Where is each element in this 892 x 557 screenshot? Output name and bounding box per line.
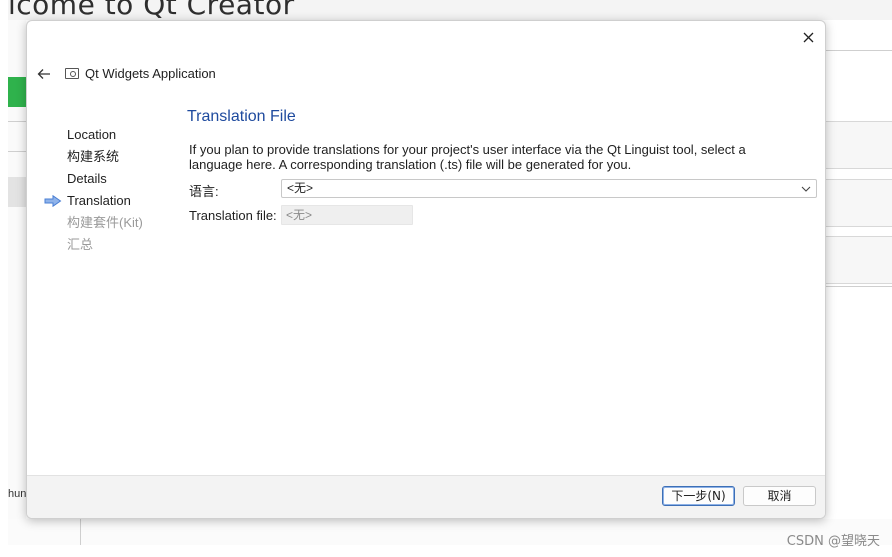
step-label: Location (67, 127, 117, 142)
step-label: 汇总 (67, 237, 94, 252)
background-bottom-text: hun (8, 488, 26, 500)
background-divider (8, 151, 26, 152)
wizard-footer: 下一步(N) 取消 (27, 475, 825, 518)
new-project-wizard-dialog: Qt Widgets Application Location 构建系统 Det… (26, 20, 826, 519)
background-card (826, 179, 892, 227)
page-description: If you plan to provide translations for … (189, 142, 746, 172)
language-select[interactable]: <无> (281, 179, 817, 198)
current-step-arrow-icon (44, 195, 62, 207)
background-bottom-strip (8, 519, 892, 545)
welcome-title: lcome to Qt Creator (8, 0, 295, 21)
close-button[interactable] (797, 26, 819, 48)
background-selected-item (8, 177, 26, 207)
translation-file-field: <无> (281, 205, 413, 225)
cancel-button[interactable]: 取消 (743, 486, 816, 506)
background-divider (8, 121, 26, 122)
chevron-down-icon (800, 181, 812, 197)
back-button[interactable] (33, 63, 55, 85)
arrow-left-icon (37, 69, 50, 79)
close-icon (803, 32, 813, 42)
background-divider (80, 519, 81, 545)
step-summary: 汇总 (27, 234, 177, 256)
background-green-button (8, 77, 26, 107)
next-button[interactable]: 下一步(N) (662, 486, 735, 506)
wizard-title: Qt Widgets Application (85, 66, 216, 81)
step-location: Location (27, 124, 177, 146)
wizard-steps: Location 构建系统 Details Translation 构建套件(K… (27, 124, 177, 256)
step-label: Details (67, 171, 107, 186)
step-build-system: 构建系统 (27, 146, 177, 168)
step-label: 构建系统 (67, 149, 120, 164)
step-details: Details (27, 168, 177, 190)
step-translation: Translation (27, 190, 177, 212)
background-divider (826, 50, 892, 51)
wizard-header: Qt Widgets Application (27, 61, 825, 87)
language-selected-value: <无> (287, 181, 314, 195)
background-card (826, 121, 892, 169)
application-icon (65, 68, 79, 79)
step-kits: 构建套件(Kit) (27, 212, 177, 234)
language-label: 语言: (189, 184, 219, 199)
step-label: 构建套件(Kit) (67, 215, 143, 230)
background-card (826, 236, 892, 284)
watermark: CSDN @望晓天 (786, 534, 880, 549)
step-label: Translation (67, 193, 131, 208)
translation-file-label: Translation file: (189, 208, 277, 223)
background-divider (826, 286, 892, 287)
page-title: Translation File (187, 108, 296, 125)
